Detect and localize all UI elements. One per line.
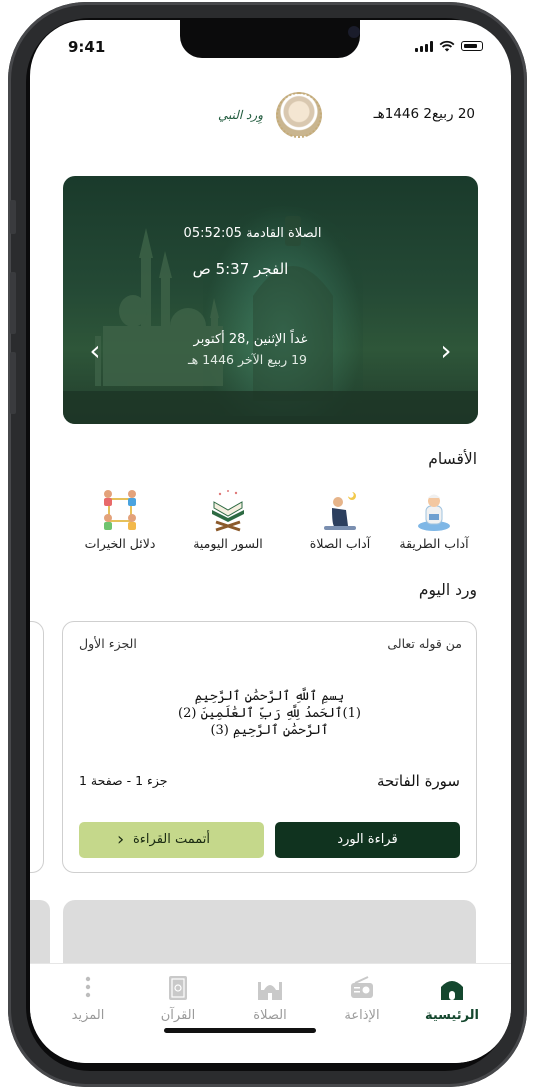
verse-line: بِسمِ ٱللَّهِ ٱلرَّحمَٰنِ ٱلرَّحِيمِ: [194, 689, 345, 704]
app-logo: وِرد النبي: [218, 108, 263, 122]
hijri-date: 19 ربيع الآخر 1446 هـ: [187, 352, 308, 367]
chevron-right-icon[interactable]: ›: [436, 336, 456, 366]
previous-wird-card[interactable]: [30, 621, 44, 873]
daily-wird-card: من قوله تعالى الجزء الأول بِسمِ ٱللَّهِ …: [62, 621, 477, 873]
radio-icon: [348, 974, 376, 1002]
finished-reading-label: أتممت القراءة: [132, 832, 211, 847]
verse-line: ٱلرَّحمَٰنِ ٱلرَّحِيمِ (3): [210, 723, 329, 738]
wifi-icon: [439, 40, 455, 52]
category-prayer[interactable]: آداب الصلاة: [294, 488, 386, 551]
tab-label: الصلاة: [253, 1008, 287, 1023]
next-prayer-countdown: الصلاة القادمة 05:52:05: [183, 226, 322, 241]
finished-reading-button[interactable]: أتممت القراءة ‹: [79, 822, 264, 858]
verse-line: (1)ٱلحَمدُ لِلَّهِ رَبِّ ٱلعَٰلَمِينَ (2…: [178, 706, 361, 721]
avatar[interactable]: [276, 92, 322, 138]
signal-icon: [415, 40, 433, 52]
people-network-icon: [98, 488, 142, 532]
gregorian-date: غداً الإثنين ,28 أكتوبر: [193, 332, 308, 347]
tab-home[interactable]: الرئيسية: [412, 974, 492, 1023]
category-label: السور اليومية: [193, 536, 263, 551]
tab-quran[interactable]: القرآن: [138, 974, 218, 1023]
category-label: دلائل الخيرات: [84, 536, 156, 551]
wird-intro: من قوله تعالى: [387, 636, 462, 651]
tab-label: القرآن: [160, 1008, 196, 1023]
category-label: آداب الصلاة: [309, 536, 371, 551]
volume-down-button: [10, 352, 16, 414]
sections-title: الأقسام: [428, 450, 477, 468]
battery-icon: [461, 41, 483, 51]
sura-name: سورة الفاتحة: [377, 772, 460, 790]
praying-man-icon: [318, 488, 362, 532]
next-prayer-time: الفجر 5:37 ص: [192, 260, 289, 278]
bottom-tab-bar: الرئيسية الإذاعة الصلاة القرآن المزيد: [30, 963, 511, 1063]
hijri-date-header: 20 ربيع2 1446هـ: [373, 106, 475, 122]
prayer-times-card: الصلاة القادمة 05:52:05 الفجر 5:37 ص غدا…: [63, 176, 478, 424]
more-dots-icon: [74, 974, 102, 1002]
quran-stand-icon: [206, 488, 250, 532]
daily-wird-title: ورد اليوم: [418, 581, 477, 599]
mute-switch: [10, 200, 16, 234]
wird-part: الجزء الأول: [79, 636, 137, 651]
tab-label: المزيد: [71, 1008, 105, 1023]
status-icons: [415, 40, 483, 52]
boy-reading-icon: [412, 488, 456, 532]
chevron-left-icon: ‹: [117, 829, 125, 850]
volume-up-button: [10, 272, 16, 334]
home-indicator[interactable]: [164, 1028, 316, 1033]
juz-page: جزء 1 - صفحة 1: [79, 773, 168, 788]
category-label: آداب الطريقة: [399, 536, 469, 551]
mosque-silhouette: [63, 216, 478, 424]
mosque-icon: [256, 974, 284, 1002]
read-wird-button[interactable]: قراءة الورد: [275, 822, 460, 858]
home-icon: [438, 974, 466, 1002]
category-daily-suras[interactable]: السور اليومية: [182, 488, 274, 551]
status-time: 9:41: [68, 38, 106, 56]
tab-more[interactable]: المزيد: [48, 974, 128, 1023]
camera-icon: [348, 26, 360, 38]
quran-book-icon: [164, 974, 192, 1002]
tab-label: الرئيسية: [424, 1008, 480, 1023]
tab-prayer[interactable]: الصلاة: [230, 974, 310, 1023]
tab-radio[interactable]: الإذاعة: [322, 974, 402, 1023]
tab-label: الإذاعة: [344, 1008, 380, 1023]
chevron-left-icon[interactable]: ‹: [85, 336, 105, 366]
category-tariqa[interactable]: آداب الطريقة: [388, 488, 480, 551]
verses-block: بِسمِ ٱللَّهِ ٱلرَّحمَٰنِ ٱلرَّحِيمِ (1)…: [63, 688, 476, 739]
category-dalail[interactable]: دلائل الخيرات: [74, 488, 166, 551]
app-screen: 9:41 20 ربيع2 1446هـ وِرد النبي الصلاة ا…: [30, 20, 511, 1063]
dynamic-island: [180, 20, 360, 58]
